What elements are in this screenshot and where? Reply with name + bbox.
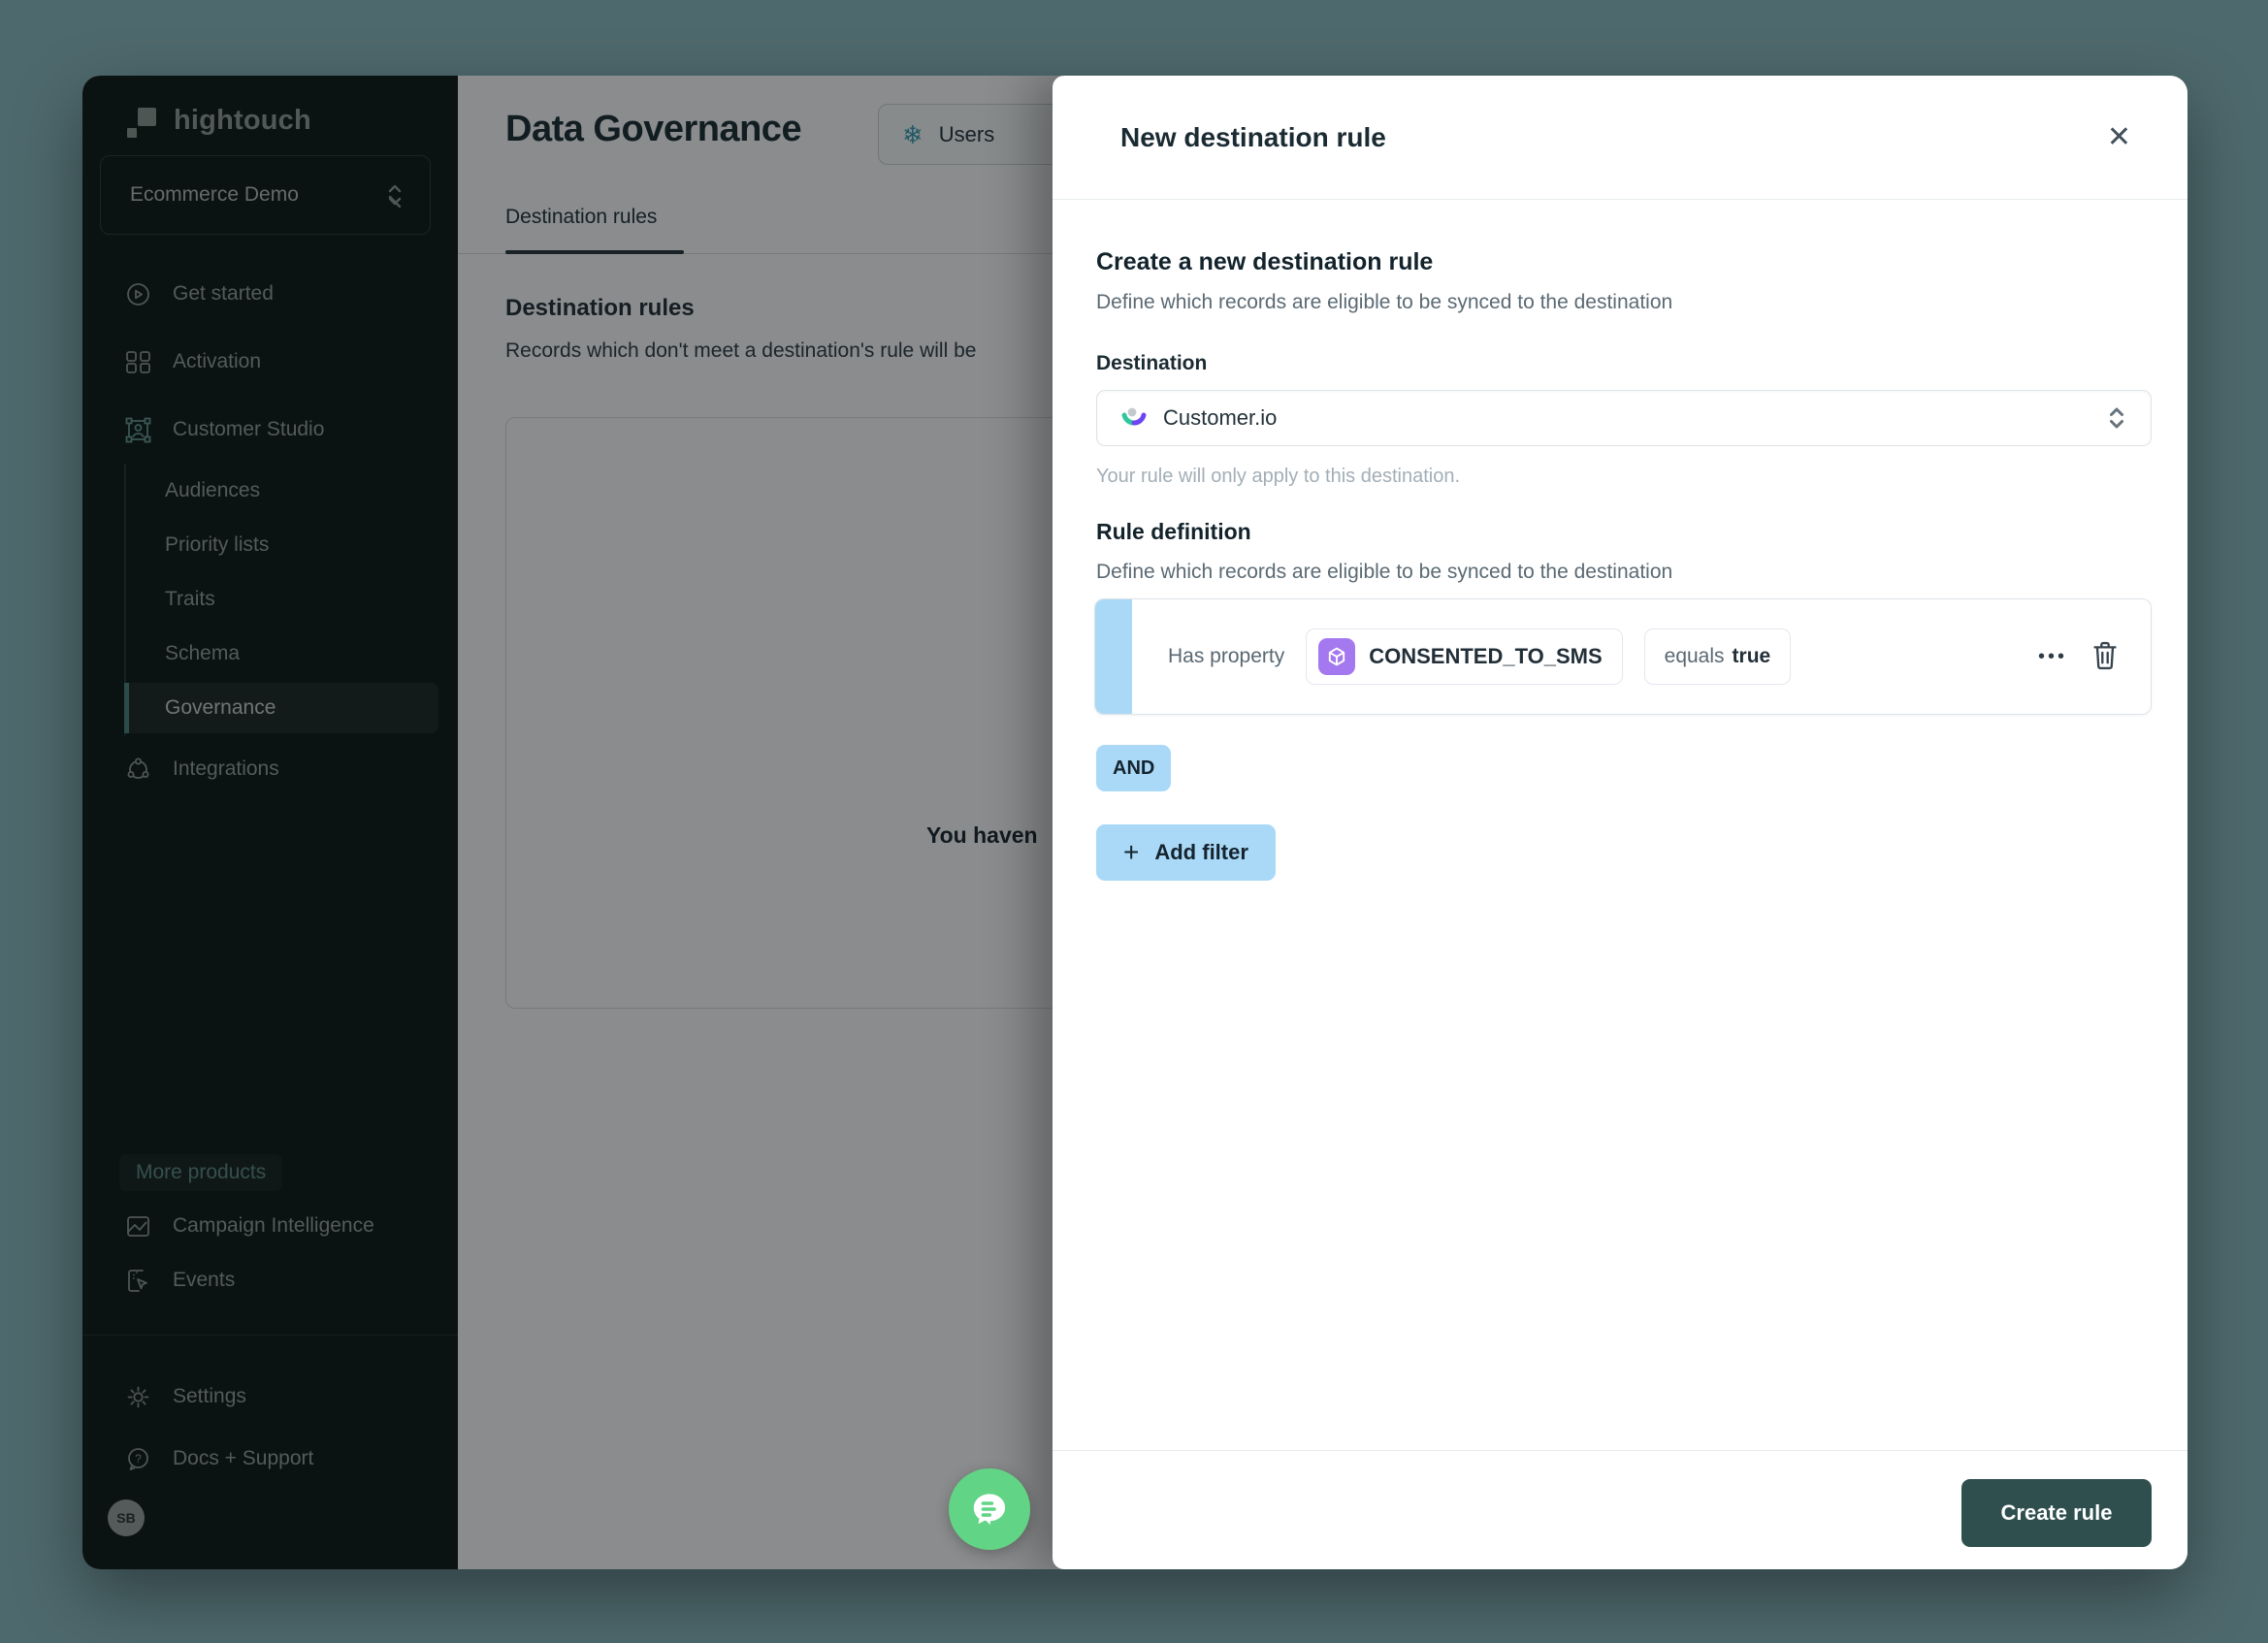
operator-value: true xyxy=(1733,645,1771,668)
drawer-footer-divider xyxy=(1053,1450,2187,1451)
destination-select[interactable]: Customer.io xyxy=(1096,390,2152,446)
customerio-logo-icon xyxy=(1120,404,1148,432)
close-icon[interactable]: ✕ xyxy=(2107,123,2131,152)
more-options-icon[interactable]: ••• xyxy=(2038,646,2067,668)
property-name: CONSENTED_TO_SMS xyxy=(1369,644,1602,669)
chat-bubble-icon xyxy=(965,1485,1014,1533)
property-pill[interactable]: CONSENTED_TO_SMS xyxy=(1306,628,1622,685)
add-filter-button[interactable]: + Add filter xyxy=(1096,824,1276,881)
drawer-subheading: Define which records are eligible to be … xyxy=(1096,291,1672,314)
rule-accent-bar xyxy=(1095,599,1132,714)
property-cube-icon xyxy=(1318,638,1355,675)
drawer-title: New destination rule xyxy=(1120,122,1386,153)
operator: equals xyxy=(1665,645,1725,668)
conjunction-chip[interactable]: AND xyxy=(1096,745,1171,791)
rule-condition-card: Has property CONSENTED_TO_SMS equals tru… xyxy=(1094,598,2152,715)
rule-definition-subheading: Define which records are eligible to be … xyxy=(1096,561,1672,584)
chevron-up-down-icon xyxy=(2106,403,2127,433)
destination-label: Destination xyxy=(1096,352,1207,375)
new-destination-rule-drawer: New destination rule ✕ Create a new dest… xyxy=(1053,76,2187,1569)
chat-launcher-button[interactable] xyxy=(949,1468,1030,1550)
condition-prefix: Has property xyxy=(1168,645,1284,668)
rule-condition-row: Has property CONSENTED_TO_SMS equals tru… xyxy=(1132,599,2151,714)
destination-value: Customer.io xyxy=(1163,405,2090,431)
drawer-header: New destination rule ✕ xyxy=(1053,76,2187,200)
rule-definition-heading: Rule definition xyxy=(1096,519,1251,545)
operator-value-pill[interactable]: equals true xyxy=(1644,628,1792,685)
plus-icon: + xyxy=(1123,837,1139,868)
drawer-heading: Create a new destination rule xyxy=(1096,248,1433,276)
create-rule-button[interactable]: Create rule xyxy=(1961,1479,2152,1547)
destination-helper-text: Your rule will only apply to this destin… xyxy=(1096,466,1460,488)
app-window: hightouch Ecommerce Demo Get started xyxy=(82,76,2187,1569)
delete-condition-icon[interactable] xyxy=(2089,640,2122,673)
